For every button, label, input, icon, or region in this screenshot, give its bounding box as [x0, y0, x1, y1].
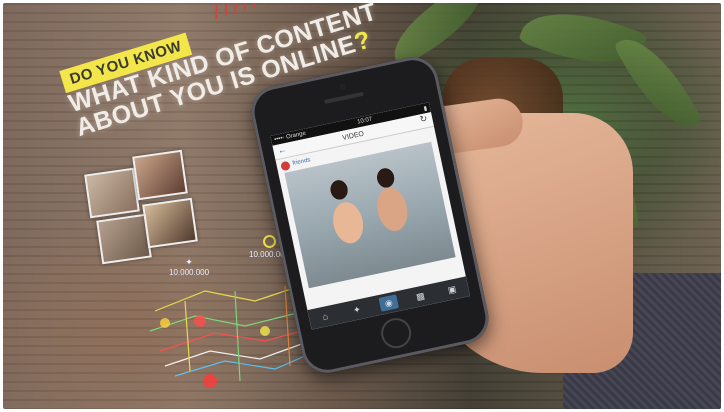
refresh-icon[interactable]: ↻	[419, 113, 429, 125]
photo-frame: DO YOU KNOW WHAT KIND OF CONTENT ABOUT Y…	[3, 3, 721, 409]
photo-thumbnail	[142, 197, 198, 249]
speaker-grille	[324, 91, 365, 104]
twitter-bird-icon: ✦	[185, 257, 193, 267]
message-icon[interactable]: ▣	[442, 281, 463, 298]
photo-thumbnail	[132, 149, 188, 201]
home-icon[interactable]: ⌂	[315, 308, 336, 325]
target-icon	[262, 235, 276, 248]
username[interactable]: friends	[292, 157, 311, 167]
photo-icon[interactable]: ▩	[410, 288, 431, 305]
photo-thumbnail	[84, 167, 140, 219]
home-button[interactable]	[378, 315, 414, 351]
avatar[interactable]	[280, 160, 291, 171]
back-arrow-icon[interactable]: ←	[277, 144, 288, 156]
star-icon[interactable]: ✦	[347, 301, 368, 318]
nav-title: VIDEO	[341, 130, 365, 142]
phone-screen: ••••◦ Orange 10:07 ▮ ← VIDEO ↻ friends ⌂…	[270, 102, 471, 330]
camera-icon[interactable]: ◉	[378, 294, 399, 312]
front-camera	[339, 83, 347, 91]
battery-icon: ▮	[423, 105, 428, 112]
photo-thumbnail	[96, 213, 152, 265]
